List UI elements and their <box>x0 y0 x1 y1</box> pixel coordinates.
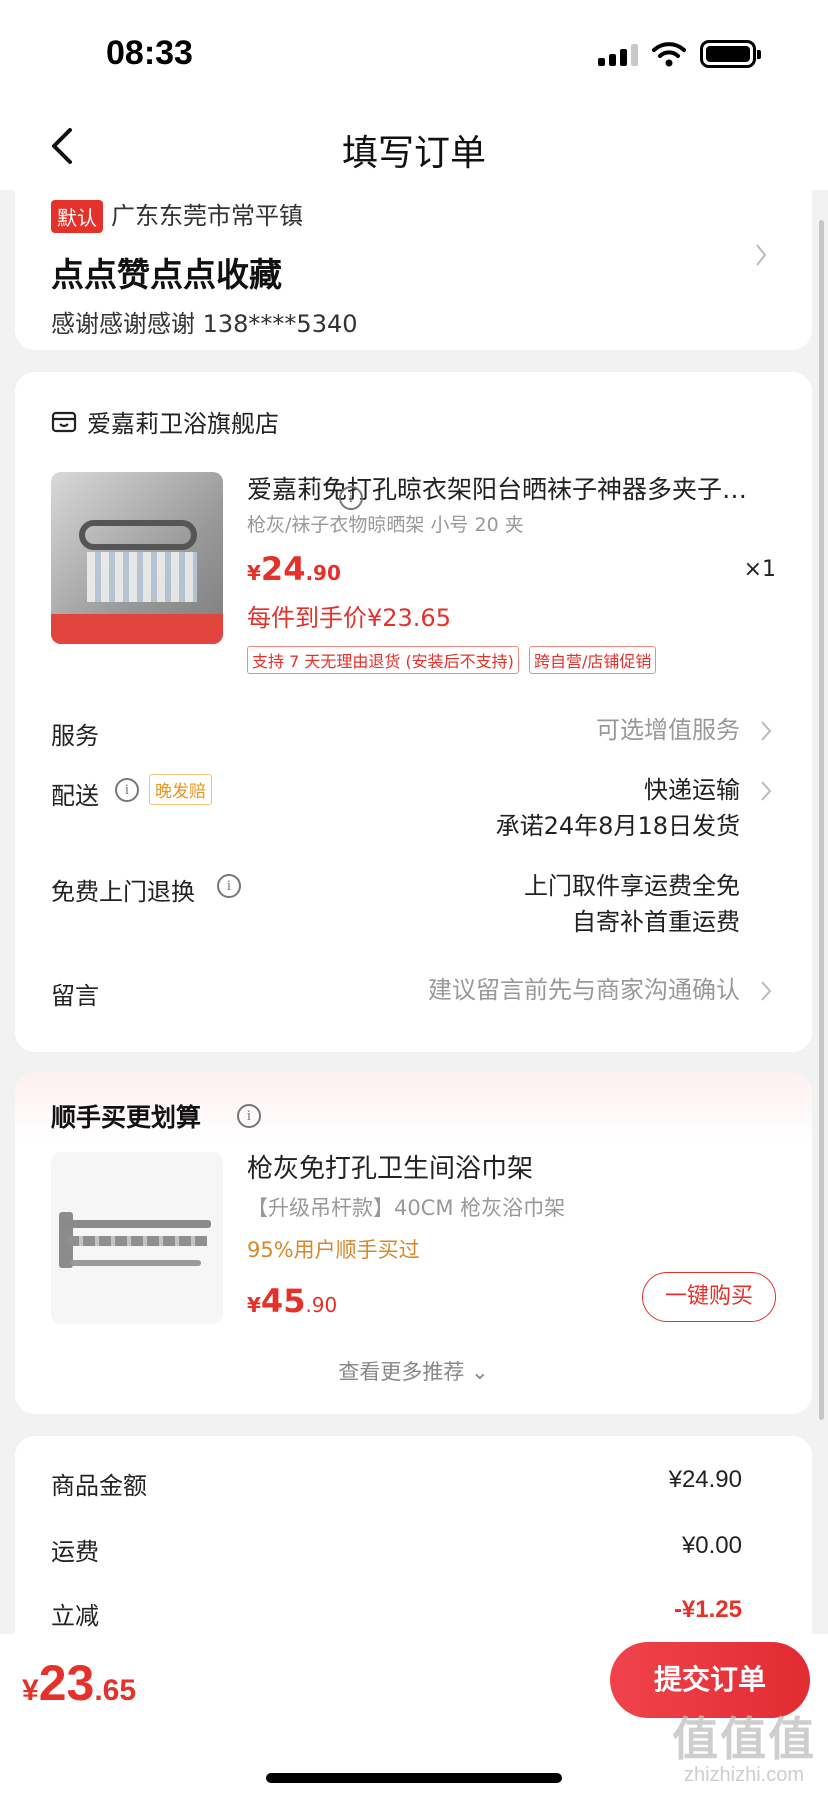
chevron-right-icon <box>761 981 772 1001</box>
address-card[interactable]: 默认 广东东莞市常平镇 点点赞点点收藏 感谢感谢感谢 138****5340 <box>15 180 812 350</box>
price-symbol: ¥ <box>22 1674 39 1707</box>
status-time: 08:33 <box>106 34 193 72</box>
return-policy-tag: 支持 7 天无理由退货 (安装后不支持) <box>247 646 519 674</box>
price-symbol: ¥ <box>247 561 261 585</box>
chevron-right-icon <box>761 721 772 741</box>
discount-value: -¥1.25 <box>673 1596 742 1623</box>
product-spec[interactable]: 枪灰/袜子衣物晾晒架 小号 20 夹 <box>247 510 524 537</box>
cellular-signal-icon <box>598 42 638 66</box>
delivery-promise: 承诺24年8月18日发货 <box>495 812 740 840</box>
delivery-method[interactable]: 快递运输 <box>644 772 740 808</box>
store-name[interactable]: 爱嘉莉卫浴旗舰店 <box>87 404 279 439</box>
price-info-icon[interactable]: i <box>339 486 363 510</box>
recommended-product-hint: 95%用户顺手买过 <box>247 1238 420 1262</box>
scrollbar[interactable] <box>819 220 824 1420</box>
status-icons <box>598 40 761 68</box>
one-click-buy-button[interactable]: 一键购买 <box>642 1272 776 1322</box>
product-image[interactable] <box>51 472 223 644</box>
wifi-icon <box>652 42 686 67</box>
total-price: ¥23.65 <box>22 1654 136 1712</box>
chevron-right-icon <box>756 244 767 266</box>
address-contact: 感谢感谢感谢 138****5340 <box>51 310 358 338</box>
recommended-product-image[interactable] <box>51 1152 223 1324</box>
page-title: 填写订单 <box>341 133 486 174</box>
shipping-label: 运费 <box>51 1538 99 1566</box>
recommended-product-spec: 【升级吊杆款】40CM 枪灰浴巾架 <box>247 1196 566 1220</box>
unit-price: 每件到手价¥23.65 <box>247 604 451 632</box>
more-recommendations-link[interactable]: 查看更多推荐 ⌄ <box>15 1356 812 1386</box>
nav-bar: 填写订单 <box>0 100 828 190</box>
delivery-label: 配送 <box>51 782 99 810</box>
price-summary-card: 商品金额 ¥24.90 运费 ¥0.00 立减 -¥1.25 <box>15 1436 812 1636</box>
checkout-bar: ¥23.65 提交订单 值值值 zhizhizhi.com <box>0 1634 828 1795</box>
recommended-product-name[interactable]: 枪灰免打孔卫生间浴巾架 <box>247 1148 533 1185</box>
price-integer: 24 <box>260 550 306 588</box>
price-decimal: .90 <box>305 1293 338 1317</box>
product-price: ¥24.90 <box>247 550 341 588</box>
store-icon <box>51 411 77 433</box>
recommendation-info-icon[interactable]: i <box>237 1104 261 1128</box>
default-address-badge: 默认 <box>51 200 103 233</box>
service-label: 服务 <box>51 722 99 750</box>
product-title[interactable]: 爱嘉莉免打孔晾衣架阳台晒袜子神器多夹子… <box>247 470 767 506</box>
goods-amount-label: 商品金额 <box>51 1472 147 1500</box>
order-store-card: 爱嘉莉卫浴旗舰店 爱嘉莉免打孔晾衣架阳台晒袜子神器多夹子… 枪灰/袜子衣物晾晒架… <box>15 372 812 1052</box>
recommended-product-price: ¥45.90 <box>247 1282 337 1320</box>
message-label: 留言 <box>51 982 99 1010</box>
price-symbol: ¥ <box>247 1293 261 1317</box>
recommendation-card: 顺手买更划算 i 枪灰免打孔卫生间浴巾架 【升级吊杆款】40CM 枪灰浴巾架 9… <box>15 1072 812 1414</box>
service-value[interactable]: 可选增值服务 <box>596 712 740 748</box>
chevron-right-icon <box>761 781 772 801</box>
watermark-url: zhizhizhi.com <box>683 1764 805 1786</box>
return-pickup-text: 上门取件享运费全免 <box>524 872 740 900</box>
promotion-tag: 跨自营/店铺促销 <box>528 646 657 674</box>
status-bar: 08:33 <box>0 0 828 100</box>
free-return-label: 免费上门退换 <box>51 878 195 906</box>
product-tags: 支持 7 天无理由退货 (安装后不支持) 跨自营/店铺促销 <box>247 646 657 674</box>
shipping-value: ¥0.00 <box>681 1532 742 1559</box>
home-indicator[interactable] <box>266 1773 562 1783</box>
return-info-icon[interactable]: i <box>217 874 241 898</box>
price-decimal: .65 <box>94 1674 137 1707</box>
recommendation-title: 顺手买更划算 <box>51 1103 202 1132</box>
price-integer: 23 <box>38 1655 95 1711</box>
delivery-info-icon[interactable]: i <box>115 778 139 802</box>
address-region: 广东东莞市常平镇 <box>111 202 303 230</box>
goods-amount-value: ¥24.90 <box>668 1466 742 1493</box>
address-line: 点点赞点点收藏 <box>51 255 282 294</box>
watermark-logo: 值值值 <box>672 1713 816 1765</box>
product-quantity: ×1 <box>743 557 776 582</box>
discount-label: 立减 <box>51 1602 99 1630</box>
submit-order-button[interactable]: 提交订单 <box>610 1642 810 1718</box>
watermark: 值值值 zhizhizhi.com <box>672 1714 816 1787</box>
late-delivery-compensation-tag: 晚发赔 <box>149 774 212 805</box>
message-input[interactable]: 建议留言前先与商家沟通确认 <box>428 972 740 1008</box>
price-integer: 45 <box>260 1282 306 1320</box>
battery-icon <box>700 40 761 68</box>
price-decimal: .90 <box>305 561 341 585</box>
return-self-send-text: 自寄补首重运费 <box>572 908 740 936</box>
